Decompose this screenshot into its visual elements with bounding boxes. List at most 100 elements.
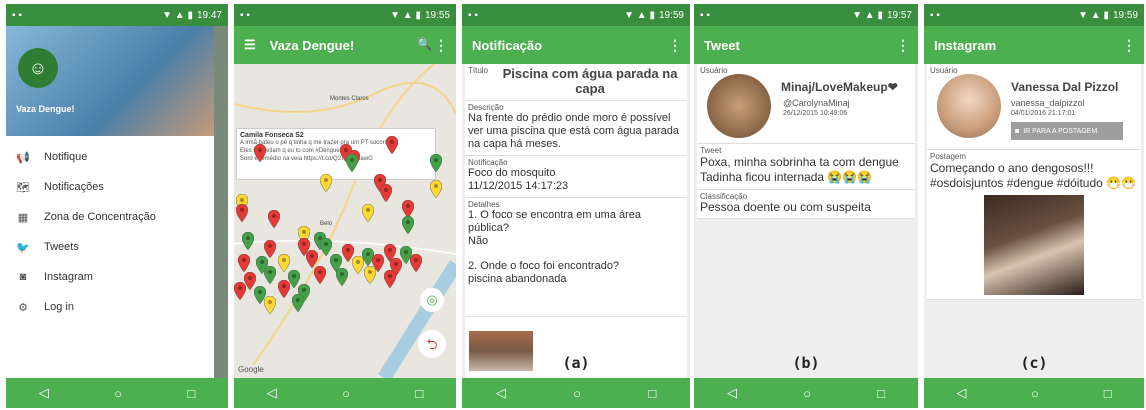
drawer-item-tweets[interactable]: 🐦 Tweets [6,232,214,262]
tooltip-text: A irmã bateu o pé q tinha q me trazer pr… [240,140,390,162]
notificacao-type: Foco do mosquito [468,167,556,179]
map-pin[interactable] [234,281,247,301]
back-icon[interactable]: ◁ [956,385,966,401]
map-pin[interactable] [345,153,359,173]
map-pin[interactable] [291,293,305,313]
tooltip-user: Camila Fonseca S2 [240,132,304,139]
back-icon[interactable]: ◁ [727,385,737,401]
map-pin[interactable] [335,267,349,287]
route-button[interactable]: ⮌ [418,330,446,358]
nav-bar: ◁ ○ □ [462,378,690,408]
post-date: 04/01/2016 21:17:01 [1011,110,1076,117]
home-icon[interactable]: ○ [114,386,122,401]
home-icon[interactable]: ○ [1031,386,1039,401]
home-icon[interactable]: ○ [803,386,811,401]
back-icon[interactable]: ◁ [39,385,49,401]
notificacao-label: Notificação [468,158,508,167]
more-icon[interactable]: ⋮ [434,37,448,54]
avatar [937,74,1001,138]
drawer-item-login[interactable]: ⚙ Log in [6,292,214,322]
back-icon[interactable]: ◁ [267,385,277,401]
nav-bar: ◁ ○ □ [924,378,1144,408]
instagram-icon: ◙ [1015,127,1020,135]
map-pin[interactable] [385,135,399,155]
descricao-card: Descrição Na frente do prédio onde moro … [465,101,687,156]
my-location-button[interactable]: ◎ [420,288,444,312]
user-name: Minaj/LoveMakeup❤ [781,80,898,94]
map-pin[interactable] [429,153,443,173]
menu-icon[interactable]: ☰ [244,37,256,53]
tweet-text: Tadinha ficou internada 😭😭😭 [700,170,873,184]
more-icon[interactable]: ⋮ [668,37,682,54]
map-pin[interactable] [313,265,327,285]
back-icon[interactable]: ◁ [496,385,506,401]
status-bar: ▪ ▪ ▼ ▲ ▮ 19:59 [462,4,690,26]
go-to-post-button[interactable]: ◙ IR PARA A POSTAGEM [1011,122,1123,140]
recents-icon[interactable]: □ [187,386,195,401]
map-view[interactable]: Montes Claros Belo Camila Fonseca S2 A i… [234,64,456,378]
recents-icon[interactable]: □ [648,386,656,401]
avatar [707,74,771,138]
map-pin[interactable] [361,203,375,223]
recents-icon[interactable]: □ [877,386,885,401]
more-icon[interactable]: ⋮ [896,37,910,54]
drawer-item-instagram[interactable]: ◙ Instagram [6,262,214,292]
nav-drawer: ☺ Vaza Dengue! 📢 Notifique 🗺 Notificações … [6,26,214,408]
status-bar: ▪ ▪ ▼ ▲ ▮ 19:47 [6,4,228,26]
post-text: Começando o ano dengosos!!! #osdoisjunto… [930,161,1137,190]
map-pin[interactable] [409,253,423,273]
drawer-app-name: Vaza Dengue! [16,104,75,114]
usuario-label: Usuário [930,66,958,75]
classificacao-card: Classificação Pessoa doente ou com suspe… [697,190,915,219]
postagem-card: Postagem Começando o ano dengosos!!! #os… [927,150,1141,300]
map-pin[interactable] [363,265,377,285]
scrim[interactable] [214,26,228,408]
figure-caption: (a) [562,354,590,372]
map-pin[interactable] [429,179,443,199]
map-pin[interactable] [277,279,291,299]
figure-caption: (b) [792,354,820,372]
map-pin[interactable] [319,173,333,193]
map-pin[interactable] [241,231,255,251]
tweet-label: Tweet [700,146,722,155]
status-bar: ▪ ▪ ▼ ▲ ▮ 19:59 [924,4,1144,26]
map-pin[interactable] [379,183,393,203]
app-bar: Tweet ⋮ [694,26,918,64]
more-icon[interactable]: ⋮ [1122,37,1136,54]
detalhe-answer: Não [468,235,489,247]
drawer-item-notifique[interactable]: 📢 Notifique [6,142,214,172]
nav-bar: ◁ ○ □ [694,378,918,408]
nav-bar: ◁ ○ □ [234,378,456,408]
phone-notification: ▪ ▪ ▼ ▲ ▮ 19:59 Notificação ⋮ Título Pisci… [462,4,690,408]
tweet-tooltip[interactable]: Camila Fonseca S2 A irmã bateu o pé q ti… [236,128,436,180]
tweet-card: Tweet Poxa, minha sobrinha ta com dengue… [697,144,915,190]
map-pin[interactable] [263,265,277,285]
twitter-icon: 🐦 [16,241,30,254]
status-bar: ▪ ▪ ▼ ▲ ▮ 19:55 [234,4,456,26]
app-bar: ☰ Vaza Dengue! 🔍 ⋮ [234,26,456,64]
notificacao-card: Notificação Foco do mosquito 11/12/2015 … [465,156,687,198]
map-pin[interactable] [235,203,249,223]
recents-icon[interactable]: □ [415,386,423,401]
search-icon[interactable]: 🔍 [417,37,432,51]
drawer-item-zona[interactable]: ▦ Zona de Concentração [6,202,214,232]
notification-titulo: Piscina com água parada na capa [502,66,678,96]
map-pin[interactable] [383,269,397,289]
map-pin[interactable] [237,253,251,273]
home-icon[interactable]: ○ [573,386,581,401]
recents-icon[interactable]: □ [1104,386,1112,401]
map-pin[interactable] [263,295,277,315]
detalhe-question: 1. O foco se encontra em uma área públic… [468,209,642,234]
status-bar: ▪ ▪ ▼ ▲ ▮ 19:57 [694,4,918,26]
tweet-text: Poxa, minha sobrinha ta com dengue [700,155,899,169]
map-pin[interactable] [351,255,365,275]
instagram-icon: ◙ [19,271,27,283]
home-icon[interactable]: ○ [342,386,350,401]
avatar: ☺ [18,48,58,88]
map-pin[interactable] [253,143,267,163]
post-image[interactable] [984,195,1084,295]
map-pin[interactable] [267,209,281,229]
zone-map-icon: ▦ [17,211,29,224]
map-pin[interactable] [401,215,415,235]
drawer-item-notificacoes[interactable]: 🗺 Notificações [6,172,214,202]
